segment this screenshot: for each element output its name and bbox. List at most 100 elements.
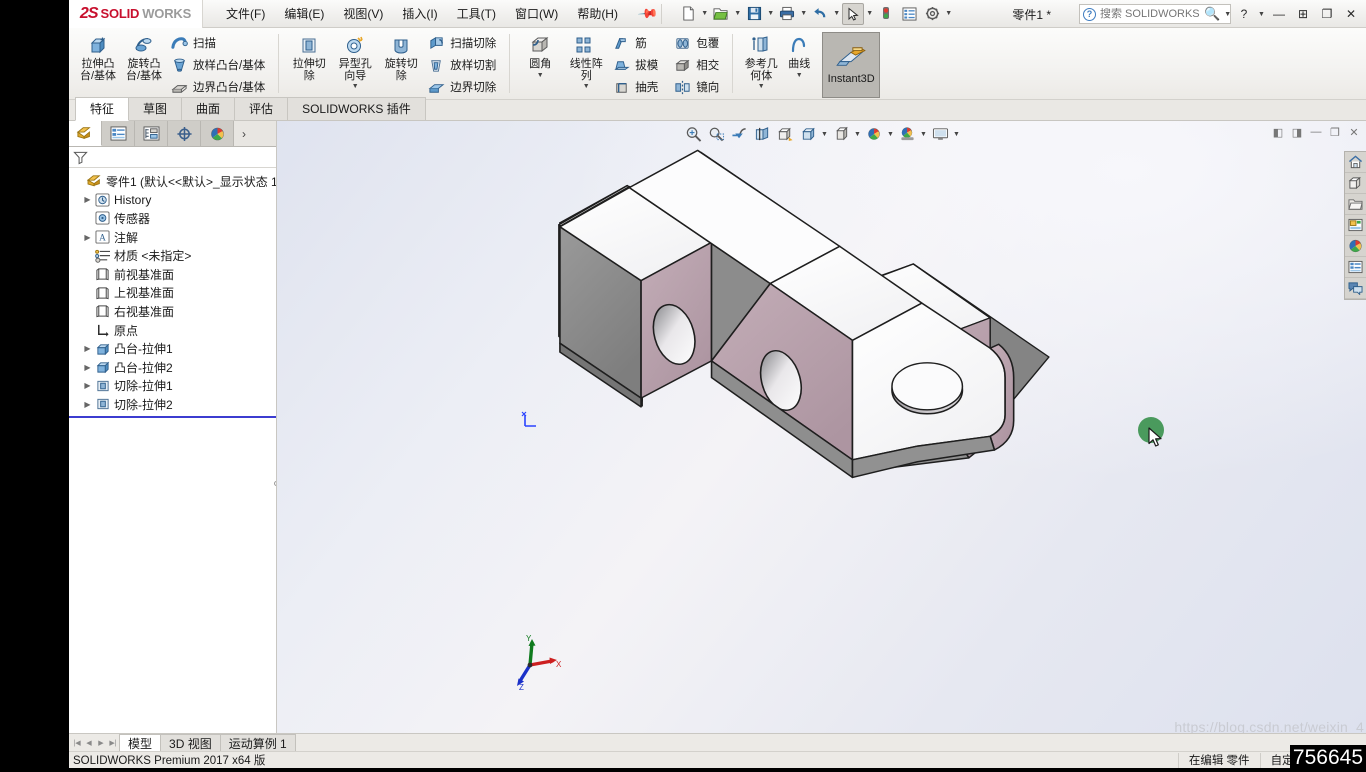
gear-dropdown[interactable]: ▼ [944,10,953,17]
hide-show-items-dropdown[interactable]: ▼ [853,131,862,138]
draft-button[interactable]: 拔模 [609,54,664,76]
menu-window[interactable]: 窗口(W) [506,1,567,26]
shell-button[interactable]: 抽壳 [609,76,664,98]
save-dropdown[interactable]: ▼ [766,10,775,17]
search-input[interactable] [1100,8,1200,20]
lofted-cut-button[interactable]: 放样切割 [424,54,502,76]
tree-node-history[interactable]: ▶ History [69,191,276,210]
view-rail-custom-properties[interactable] [1345,257,1366,278]
wrap-button[interactable]: 包覆 [670,32,725,54]
tree-node-origin[interactable]: 原点 [69,321,276,340]
hole-wizard-dropdown[interactable]: ▼ [352,83,359,90]
rollback-bar[interactable] [69,415,276,418]
fillet-dropdown[interactable]: ▼ [537,72,544,79]
edit-appearance-button[interactable] [863,124,885,144]
restore-button[interactable]: ❐ [1316,3,1338,25]
menu-help[interactable]: 帮助(H) [568,1,627,26]
tree-expander[interactable]: ▶ [81,195,94,204]
close-button[interactable]: ✕ [1340,3,1362,25]
linear-pattern-dropdown[interactable]: ▼ [583,83,590,90]
boundary-boss-base-button[interactable]: 边界凸台/基体 [167,76,271,98]
view-rail-open[interactable] [1345,194,1366,215]
help-dropdown[interactable]: ▼ [1257,11,1266,18]
new-document-dropdown[interactable]: ▼ [700,10,709,17]
extruded-cut-button[interactable]: 拉伸切 除 [286,30,332,83]
tree-node-annotations[interactable]: ▶ A 注解 [69,228,276,247]
rebuild-traffic-light-icon[interactable] [875,3,897,25]
tab-features[interactable]: 特征 [75,97,130,121]
panel-resize-handle[interactable] [272,479,276,488]
tab-dimxpert-manager[interactable] [168,121,201,146]
document-minimize-button[interactable]: — [1308,124,1324,140]
mirror-button[interactable]: 镜向 [670,76,725,98]
tree-expander[interactable]: ▶ [81,344,94,353]
open-folder-dropdown[interactable]: ▼ [733,10,742,17]
fillet-button[interactable]: 圆角 ▼ [517,30,563,80]
print-icon[interactable] [776,3,798,25]
view-rail-comments[interactable] [1345,278,1366,299]
bracket-visible[interactable] [277,121,1366,733]
rib-button[interactable]: 筋 [609,32,664,54]
linear-pattern-button[interactable]: 线性阵 列 ▼ [563,30,609,91]
curves-button[interactable]: 曲线 ▼ [782,30,816,80]
zoom-to-fit-button[interactable] [682,124,704,144]
doc-tab-model[interactable]: 模型 [119,734,162,751]
tab-display-manager[interactable] [201,121,234,146]
feature-tree-filter[interactable] [69,147,276,168]
tree-expander[interactable]: ▶ [81,381,94,390]
tab-solidworks-addins[interactable]: SOLIDWORKS 插件 [287,97,426,120]
select-arrow-icon[interactable] [842,2,865,25]
swept-cut-button[interactable]: 扫描切除 [424,32,502,54]
help-button[interactable]: ? [1233,3,1255,25]
view-orientation-button[interactable] [774,124,796,144]
search-icon[interactable]: 🔍 [1204,6,1220,22]
display-style-button[interactable] [797,124,819,144]
extruded-boss-base-button[interactable]: 拉伸凸 台/基体 [75,30,121,83]
save-icon[interactable] [743,3,765,25]
tile-button[interactable]: ⊞ [1292,3,1314,25]
nav-prev-button[interactable]: ◀ [83,734,95,751]
view-settings-dropdown[interactable]: ▼ [952,131,961,138]
lofted-boss-base-button[interactable]: 放样凸台/基体 [167,54,271,76]
boundary-cut-button[interactable]: 边界切除 [424,76,502,98]
graphics-area[interactable]: ▼ ▼ ▼ ▼ ▼ ◧ ◨ — ❐ ✕ Y X Z https://blog.c… [277,121,1366,733]
doc-tab-3d-views[interactable]: 3D 视图 [160,734,221,751]
options-list-icon[interactable] [898,3,920,25]
tree-node-material[interactable]: 材质 <未指定> [69,246,276,265]
nav-next-button[interactable]: ▶ [95,734,107,751]
apply-scene-dropdown[interactable]: ▼ [919,131,928,138]
document-restore-button[interactable]: ❐ [1327,124,1343,140]
tree-node-part[interactable]: 零件1 (默认<<默认>_显示状态 1>) [69,172,276,191]
feature-manager-expand[interactable]: › [234,121,276,146]
swept-boss-base-button[interactable]: 扫描 [167,32,271,54]
tab-feature-manager[interactable] [69,121,102,146]
reference-geometry-button[interactable]: 参考几 何体 ▼ [740,30,782,91]
tree-node-boss-extrude2[interactable]: ▶ 凸台-拉伸2 [69,358,276,377]
hole-wizard-button[interactable]: 异型孔 向导 ▼ [332,30,378,91]
tab-configuration-manager[interactable] [135,121,168,146]
print-dropdown[interactable]: ▼ [799,10,808,17]
tree-node-cut-extrude1[interactable]: ▶ 切除-拉伸1 [69,377,276,396]
undo-icon[interactable] [809,3,831,25]
help-search-box[interactable]: ? 🔍 ▼ [1079,4,1231,24]
tab-evaluate[interactable]: 评估 [234,97,289,120]
menu-insert[interactable]: 插入(I) [393,1,446,26]
curves-dropdown[interactable]: ▼ [796,72,803,79]
display-style-dropdown[interactable]: ▼ [820,131,829,138]
search-dropdown[interactable]: ▼ [1224,11,1231,18]
nav-first-button[interactable]: |◀ [71,734,83,751]
document-close-button[interactable]: ✕ [1346,124,1362,140]
menu-view[interactable]: 视图(V) [334,1,392,26]
collapse-right-button[interactable]: ◨ [1289,124,1305,140]
hide-show-items-button[interactable] [830,124,852,144]
open-folder-icon[interactable] [710,3,732,25]
apply-scene-button[interactable] [896,124,918,144]
view-settings-button[interactable] [929,124,951,144]
pin-icon[interactable]: 📌 [637,2,659,25]
gear-icon[interactable] [921,3,943,25]
instant3d-button[interactable]: Instant3D [822,32,881,98]
previous-view-button[interactable] [728,124,750,144]
tree-node-right-plane[interactable]: 右视基准面 [69,302,276,321]
view-rail-appearances[interactable] [1345,215,1366,236]
nav-last-button[interactable]: ▶| [107,734,119,751]
